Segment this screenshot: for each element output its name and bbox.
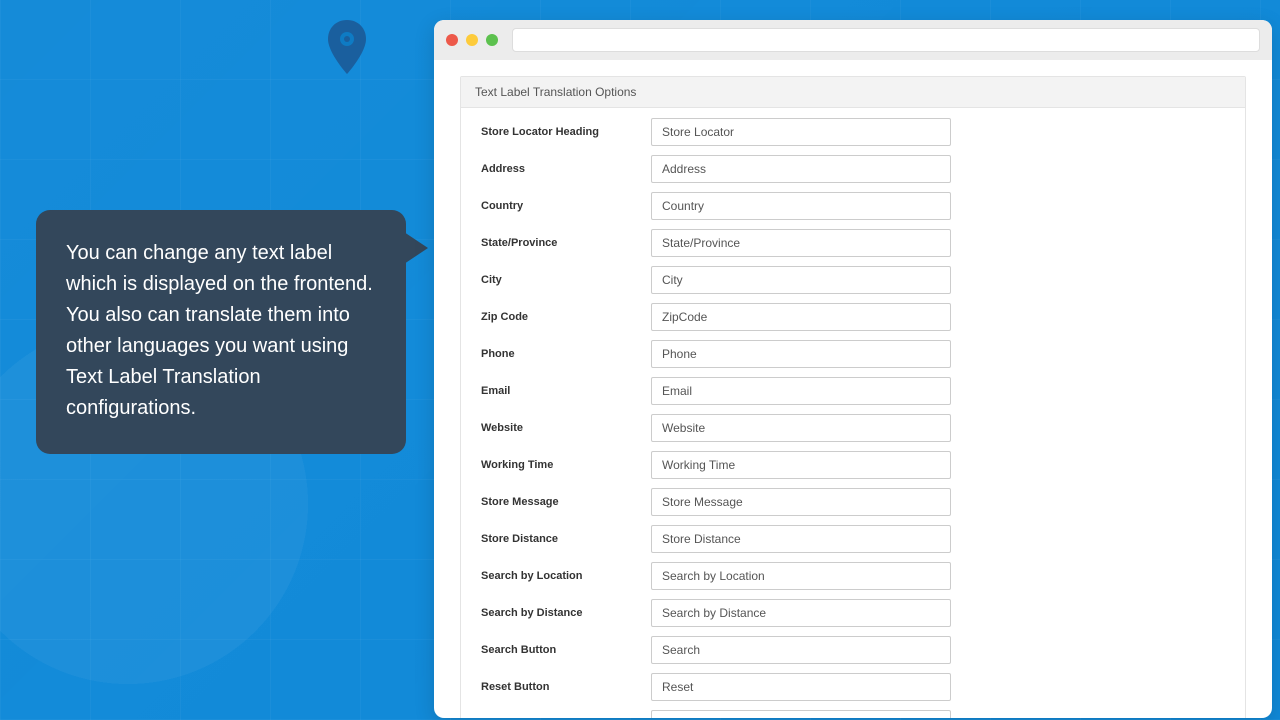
field-label: Phone bbox=[481, 348, 651, 360]
field-input-wrap bbox=[651, 710, 951, 718]
field-label: Store Locator Heading bbox=[481, 126, 651, 138]
field-input[interactable] bbox=[651, 488, 951, 516]
form-row: Search by Location bbox=[481, 562, 1225, 590]
form-row: Store Message bbox=[481, 488, 1225, 516]
field-input-wrap bbox=[651, 451, 951, 479]
field-input[interactable] bbox=[651, 377, 951, 405]
field-label: Store Distance bbox=[481, 533, 651, 545]
field-label: City bbox=[481, 274, 651, 286]
field-input-wrap bbox=[651, 488, 951, 516]
field-label: Working Time bbox=[481, 459, 651, 471]
callout-tooltip: You can change any text label which is d… bbox=[36, 210, 406, 454]
field-input-wrap bbox=[651, 192, 951, 220]
field-label: State/Province bbox=[481, 237, 651, 249]
panel-body: Store Locator Heading Address Country State… bbox=[461, 108, 1245, 718]
form-row: Phone bbox=[481, 340, 1225, 368]
form-row: Store Locator Heading bbox=[481, 118, 1225, 146]
form-row: Country bbox=[481, 192, 1225, 220]
panel-title: Text Label Translation Options bbox=[461, 77, 1245, 108]
field-label: Search Button bbox=[481, 644, 651, 656]
field-label: Email bbox=[481, 385, 651, 397]
field-label: Website bbox=[481, 422, 651, 434]
close-icon[interactable] bbox=[446, 34, 458, 46]
window-titlebar bbox=[434, 20, 1272, 60]
form-row: Search by Distance bbox=[481, 599, 1225, 627]
form-row: Zip Code bbox=[481, 303, 1225, 331]
field-label: Zip Code bbox=[481, 311, 651, 323]
field-input[interactable] bbox=[651, 562, 951, 590]
url-bar[interactable] bbox=[512, 28, 1260, 52]
field-input[interactable] bbox=[651, 118, 951, 146]
form-row: Search Button bbox=[481, 636, 1225, 664]
field-input-wrap bbox=[651, 562, 951, 590]
map-pin-icon bbox=[326, 20, 368, 76]
field-input[interactable] bbox=[651, 303, 951, 331]
form-row: State/Province bbox=[481, 229, 1225, 257]
form-row: Website bbox=[481, 414, 1225, 442]
field-input[interactable] bbox=[651, 414, 951, 442]
field-input-wrap bbox=[651, 229, 951, 257]
window-content: Text Label Translation Options Store Loc… bbox=[434, 60, 1272, 718]
form-row: Reset Button bbox=[481, 673, 1225, 701]
field-input[interactable] bbox=[651, 340, 951, 368]
field-input[interactable] bbox=[651, 710, 951, 718]
field-input[interactable] bbox=[651, 673, 951, 701]
form-row: Get Store Button bbox=[481, 710, 1225, 718]
field-label: Address bbox=[481, 163, 651, 175]
form-row: Store Distance bbox=[481, 525, 1225, 553]
field-input[interactable] bbox=[651, 599, 951, 627]
translation-panel: Text Label Translation Options Store Loc… bbox=[460, 76, 1246, 718]
field-input[interactable] bbox=[651, 636, 951, 664]
maximize-icon[interactable] bbox=[486, 34, 498, 46]
field-input-wrap bbox=[651, 414, 951, 442]
callout-text: You can change any text label which is d… bbox=[66, 242, 373, 419]
form-row: Email bbox=[481, 377, 1225, 405]
field-input[interactable] bbox=[651, 266, 951, 294]
form-row: Address bbox=[481, 155, 1225, 183]
field-label: Search by Distance bbox=[481, 607, 651, 619]
field-input[interactable] bbox=[651, 155, 951, 183]
field-input-wrap bbox=[651, 118, 951, 146]
field-input[interactable] bbox=[651, 229, 951, 257]
field-input-wrap bbox=[651, 155, 951, 183]
field-label: Country bbox=[481, 200, 651, 212]
field-input-wrap bbox=[651, 377, 951, 405]
field-label: Reset Button bbox=[481, 681, 651, 693]
field-input-wrap bbox=[651, 636, 951, 664]
form-row: City bbox=[481, 266, 1225, 294]
field-input-wrap bbox=[651, 673, 951, 701]
field-input-wrap bbox=[651, 599, 951, 627]
field-input-wrap bbox=[651, 303, 951, 331]
field-input-wrap bbox=[651, 266, 951, 294]
field-input[interactable] bbox=[651, 451, 951, 479]
field-input-wrap bbox=[651, 525, 951, 553]
form-row: Working Time bbox=[481, 451, 1225, 479]
field-label: Store Message bbox=[481, 496, 651, 508]
field-input-wrap bbox=[651, 340, 951, 368]
field-label: Search by Location bbox=[481, 570, 651, 582]
minimize-icon[interactable] bbox=[466, 34, 478, 46]
app-window: Text Label Translation Options Store Loc… bbox=[434, 20, 1272, 718]
field-input[interactable] bbox=[651, 192, 951, 220]
field-input[interactable] bbox=[651, 525, 951, 553]
